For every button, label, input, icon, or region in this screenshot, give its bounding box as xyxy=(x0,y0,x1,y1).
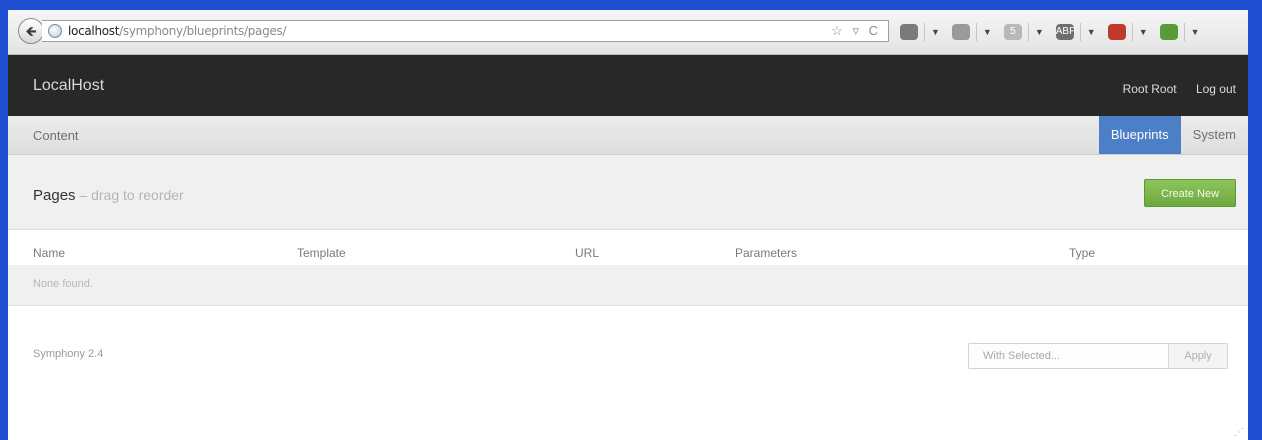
url-tools: ☆ ▿ C xyxy=(825,23,878,39)
circle-5-icon[interactable]: 5 xyxy=(1003,24,1022,40)
back-glyph: 🡸 xyxy=(25,23,37,39)
abp-icon[interactable]: ABP xyxy=(1055,24,1076,40)
page-title-hint: – drag to reorder xyxy=(75,187,184,203)
page-title-text: Pages xyxy=(33,187,76,204)
chevron-down-icon[interactable]: ▼ xyxy=(1087,27,1096,37)
nav-right: Blueprints System xyxy=(1098,116,1248,154)
toolbar-separator xyxy=(924,23,925,41)
toolbar-separator xyxy=(975,23,977,41)
dropdown-arrow-icon[interactable]: ▿ xyxy=(852,23,859,38)
column-header-name[interactable]: Name xyxy=(33,246,65,260)
site-brand[interactable]: LocalHost xyxy=(33,77,104,95)
save-icon[interactable] xyxy=(1159,24,1178,40)
nav-item-system[interactable]: System xyxy=(1181,116,1248,154)
extension-button[interactable]: 5 ▼ xyxy=(1003,23,1044,41)
toolbar-separator xyxy=(1079,23,1081,41)
nav-item-blueprints[interactable]: Blueprints xyxy=(1098,116,1181,154)
column-header-parameters[interactable]: Parameters xyxy=(735,246,797,260)
with-selected-select[interactable]: With Selected... xyxy=(969,344,1169,368)
logout-link[interactable]: Log out xyxy=(1196,82,1236,96)
chevron-down-icon[interactable]: ▼ xyxy=(1191,27,1200,37)
table-row: None found. xyxy=(8,265,1248,306)
extension-button[interactable]: ▼ xyxy=(1107,23,1148,41)
app-header: LocalHost Root Root Log out xyxy=(8,55,1248,116)
table-header: Name Template URL Parameters Type xyxy=(8,240,1248,265)
tool-icon[interactable] xyxy=(1107,24,1126,40)
extension-button[interactable]: ABP ▼ xyxy=(1055,23,1096,41)
apply-button[interactable]: Apply xyxy=(1169,344,1227,368)
page-title: Pages – drag to reorder xyxy=(33,187,184,204)
extension-button[interactable]: ▼ xyxy=(900,23,940,41)
empty-message: None found. xyxy=(33,278,93,290)
globe-icon xyxy=(48,24,62,38)
toolbar-separator xyxy=(1131,23,1133,41)
column-header-url[interactable]: URL xyxy=(575,246,599,260)
browser-window: 🡸 localhost/symphony/blueprints/pages/ ☆… xyxy=(8,10,1248,440)
chevron-down-icon[interactable]: ▼ xyxy=(983,27,992,37)
url-text[interactable]: localhost/symphony/blueprints/pages/ xyxy=(68,24,286,38)
bulk-actions: With Selected... Apply xyxy=(968,343,1228,369)
chevron-down-icon[interactable]: ▼ xyxy=(931,27,940,37)
main-nav: Content Blueprints System xyxy=(8,116,1248,155)
user-link[interactable]: Root Root xyxy=(1123,82,1177,96)
bookmark-star-icon[interactable]: ☆ xyxy=(831,23,843,38)
chevron-down-icon[interactable]: ▼ xyxy=(1139,27,1148,37)
browser-toolbar: 🡸 localhost/symphony/blueprints/pages/ ☆… xyxy=(8,10,1248,55)
nav-item-content[interactable]: Content xyxy=(33,128,79,143)
user-nav: Root Root Log out xyxy=(1107,82,1236,96)
reload-icon[interactable]: C xyxy=(869,23,878,38)
bug-icon[interactable] xyxy=(900,24,918,40)
create-new-button[interactable]: Create New xyxy=(1144,179,1236,207)
back-arrow-icon[interactable]: 🡸 xyxy=(18,18,44,44)
column-header-template[interactable]: Template xyxy=(297,246,346,260)
chevron-down-icon[interactable]: ▼ xyxy=(1035,27,1044,37)
column-header-type[interactable]: Type xyxy=(1069,246,1095,260)
context-bar: Pages – drag to reorder Create New xyxy=(8,155,1248,230)
address-bar[interactable]: localhost/symphony/blueprints/pages/ ☆ ▿… xyxy=(42,20,889,42)
toolbar-separator xyxy=(1027,23,1029,41)
gear-icon[interactable] xyxy=(951,24,970,40)
url-path: /symphony/blueprints/pages/ xyxy=(119,24,287,38)
url-host: localhost xyxy=(68,24,120,38)
toolbar-separator xyxy=(1183,23,1185,41)
version-label: Symphony 2.4 xyxy=(33,348,104,360)
extension-button[interactable]: ▼ xyxy=(1159,23,1200,41)
extension-button[interactable]: ▼ xyxy=(951,23,992,41)
resize-grip-icon[interactable]: ⋰ xyxy=(1234,427,1244,438)
extension-toolbar: ▼ ▼ 5 ▼ ABP ▼ ▼ ▼ xyxy=(900,20,1212,44)
